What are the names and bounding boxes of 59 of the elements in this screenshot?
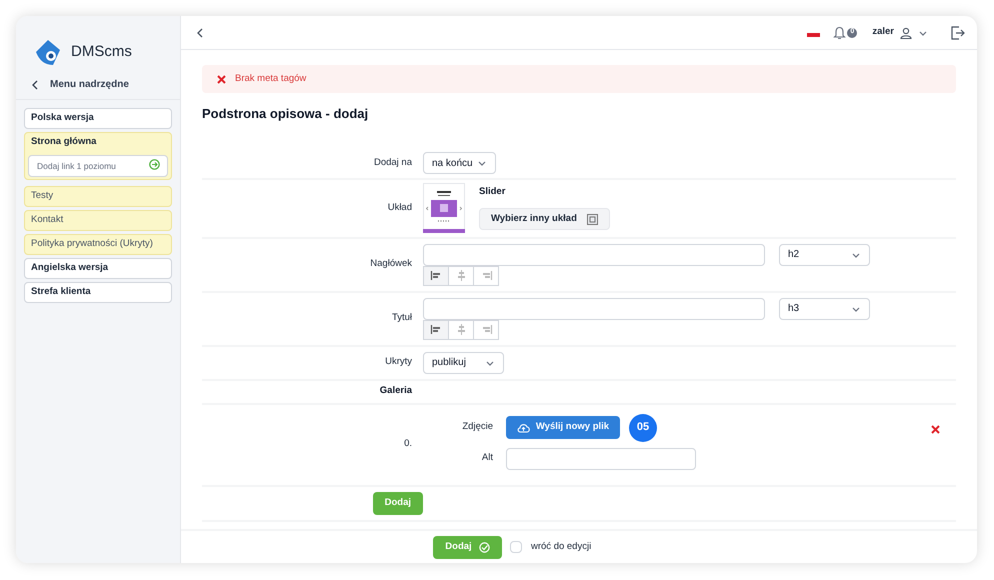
user-icon	[900, 26, 912, 38]
menu-item[interactable]: Strefa klienta	[24, 282, 172, 303]
layout-icon	[586, 214, 598, 225]
chevron-left-icon	[197, 28, 203, 38]
field-label: Układ	[388, 200, 412, 215]
align-left-icon	[430, 269, 442, 282]
upload-button[interactable]: Wyślij nowy plik	[506, 416, 620, 439]
chevron-left-icon	[32, 80, 38, 90]
field-label: Dodaj na	[374, 156, 412, 170]
chevron-down-icon	[918, 28, 928, 36]
choose-layout-button[interactable]: Wybierz inny układ	[479, 208, 610, 230]
chevron-down-icon	[477, 159, 487, 167]
item-index: 0.	[404, 437, 412, 452]
check-circle-icon	[478, 542, 490, 552]
add-link-field[interactable]: Dodaj link 1 poziomu	[28, 155, 168, 177]
menu-item[interactable]: Polska wersja	[24, 108, 172, 129]
heading-input[interactable]	[423, 244, 765, 266]
position-select[interactable]: na końcu	[423, 152, 496, 174]
logo-icon	[33, 37, 63, 67]
close-icon	[217, 74, 226, 84]
chevron-down-icon	[485, 358, 495, 366]
align-button[interactable]	[423, 266, 449, 286]
checkbox-label: wróć do edycji	[531, 540, 592, 554]
cloud-upload-icon	[516, 422, 530, 432]
chevron-down-icon	[851, 250, 861, 258]
field-label: Ukryty	[385, 355, 412, 370]
field-label: Tytuł	[392, 311, 412, 326]
field-label: Nagłówek	[370, 257, 412, 272]
heading-input[interactable]	[423, 298, 765, 320]
align-button[interactable]	[423, 320, 449, 340]
menu-item[interactable]: Kontakt	[24, 210, 172, 231]
bell-icon	[833, 26, 846, 40]
menu-item[interactable]: Strona główna	[25, 133, 171, 152]
return-checkbox[interactable]	[510, 541, 522, 553]
slider-layout-icon	[423, 183, 465, 233]
field-label: Zdjęcie	[461, 420, 493, 434]
heading-level-select[interactable]: h2	[779, 244, 870, 266]
hidden-select[interactable]: publikuj	[423, 352, 504, 374]
brand-name: DMScms	[71, 42, 132, 62]
chevron-down-icon	[851, 304, 861, 312]
heading-level-select[interactable]: h3	[779, 298, 870, 320]
delete-button[interactable]	[931, 424, 940, 434]
close-icon	[931, 424, 940, 434]
logout-icon	[951, 26, 965, 40]
menu-item[interactable]: Polityka prywatności (Ukryty)	[24, 234, 172, 255]
user-menu[interactable]: zaler	[872, 25, 928, 40]
alt-input[interactable]	[506, 448, 696, 470]
section-label: Galeria	[380, 384, 412, 398]
page-title: Podstrona opisowa - dodaj	[202, 105, 370, 123]
layout-name: Slider	[479, 185, 506, 199]
logout-button[interactable]	[951, 26, 965, 40]
field-label: Alt	[480, 451, 493, 466]
arrow-right-circle-icon	[149, 158, 160, 170]
back-link[interactable]: Menu nadrzędne	[16, 74, 180, 100]
menu-item[interactable]: Angielska wersja	[24, 258, 172, 279]
alert-text: Brak meta tagów	[235, 72, 306, 86]
menu-item[interactable]: Testy	[24, 186, 172, 207]
align-left-icon	[430, 323, 442, 336]
step-badge: 05	[629, 414, 657, 442]
